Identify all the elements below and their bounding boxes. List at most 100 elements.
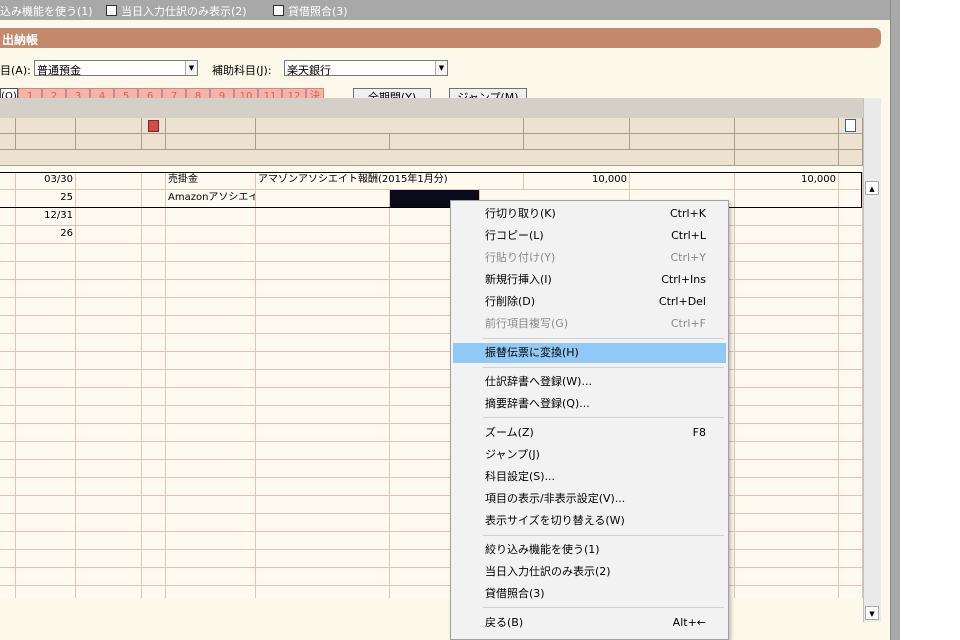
table-cell[interactable] (839, 370, 863, 388)
table-cell[interactable] (16, 262, 76, 280)
table-cell[interactable] (76, 298, 142, 316)
table-cell[interactable] (735, 514, 839, 532)
table-cell[interactable] (839, 442, 863, 460)
table-cell[interactable] (166, 406, 256, 424)
table-cell[interactable] (76, 532, 142, 550)
menu-item[interactable]: 行コピー(L) Ctrl+L (453, 226, 726, 246)
table-cell[interactable] (166, 208, 256, 226)
table-cell[interactable] (166, 460, 256, 478)
table-cell[interactable] (142, 496, 166, 514)
menu-item[interactable]: 貸借照合(3) (453, 584, 726, 604)
table-cell[interactable] (839, 172, 863, 190)
table-cell[interactable] (839, 316, 863, 334)
table-cell[interactable] (16, 280, 76, 298)
table-cell[interactable] (76, 280, 142, 298)
table-cell[interactable] (256, 532, 390, 550)
scroll-down-icon[interactable]: ▼ (865, 606, 879, 620)
table-cell[interactable] (0, 550, 16, 568)
table-cell[interactable] (839, 514, 863, 532)
table-cell[interactable] (256, 280, 390, 298)
table-cell[interactable] (16, 424, 76, 442)
table-cell[interactable] (142, 334, 166, 352)
table-cell[interactable] (76, 424, 142, 442)
table-cell[interactable] (735, 352, 839, 370)
table-cell[interactable] (166, 388, 256, 406)
table-cell[interactable] (166, 442, 256, 460)
table-cell[interactable] (0, 370, 16, 388)
table-cell[interactable] (142, 424, 166, 442)
table-cell[interactable] (735, 496, 839, 514)
table-cell[interactable] (839, 334, 863, 352)
table-cell[interactable] (142, 172, 166, 190)
menu-item[interactable]: 振替伝票に変換(H) (453, 343, 726, 363)
table-cell[interactable] (256, 550, 390, 568)
table-cell[interactable] (0, 568, 16, 586)
table-cell[interactable] (630, 172, 735, 190)
table-cell[interactable] (142, 514, 166, 532)
table-cell[interactable] (839, 262, 863, 280)
table-cell[interactable] (256, 424, 390, 442)
table-cell[interactable] (0, 532, 16, 550)
table-cell[interactable] (839, 226, 863, 244)
table-cell[interactable] (142, 568, 166, 586)
table-cell[interactable] (256, 190, 390, 208)
table-cell[interactable] (76, 370, 142, 388)
menu-item[interactable]: 行削除(D) Ctrl+Del (453, 292, 726, 312)
table-cell[interactable]: 売掛金 (166, 172, 256, 190)
table-cell[interactable] (76, 514, 142, 532)
table-cell[interactable] (735, 406, 839, 424)
table-cell[interactable] (256, 262, 390, 280)
table-cell[interactable] (735, 334, 839, 352)
menu-item[interactable]: 絞り込み機能を使う(1) (453, 540, 726, 560)
table-cell[interactable] (256, 370, 390, 388)
today-only-checkbox[interactable] (106, 5, 117, 16)
table-cell[interactable]: 10,000 (735, 172, 839, 190)
table-cell[interactable] (256, 496, 390, 514)
table-cell[interactable] (166, 262, 256, 280)
table-cell[interactable] (16, 478, 76, 496)
table-cell[interactable] (256, 478, 390, 496)
table-cell[interactable] (0, 406, 16, 424)
table-cell[interactable] (0, 586, 16, 598)
table-cell[interactable]: 03/30 (16, 172, 76, 190)
table-cell[interactable] (76, 262, 142, 280)
menu-item[interactable]: 当日入力仕訳のみ表示(2) (453, 562, 726, 582)
table-cell[interactable] (16, 334, 76, 352)
balance-check-checkbox[interactable] (273, 5, 284, 16)
table-cell[interactable] (166, 424, 256, 442)
table-cell[interactable] (256, 244, 390, 262)
table-cell[interactable] (256, 568, 390, 586)
table-cell[interactable] (0, 280, 16, 298)
table-cell[interactable] (142, 316, 166, 334)
table-cell[interactable] (256, 406, 390, 424)
table-cell[interactable] (735, 262, 839, 280)
table-cell[interactable] (166, 568, 256, 586)
table-cell[interactable] (735, 244, 839, 262)
table-cell[interactable] (16, 442, 76, 460)
table-cell[interactable] (166, 532, 256, 550)
menu-item[interactable]: 科目設定(S)... (453, 467, 726, 487)
table-cell[interactable] (166, 478, 256, 496)
table-cell[interactable] (256, 316, 390, 334)
filter-option[interactable]: 込み機能を使う(1) (0, 3, 93, 19)
table-cell[interactable] (166, 280, 256, 298)
table-cell[interactable] (166, 226, 256, 244)
table-cell[interactable] (16, 352, 76, 370)
table-cell[interactable] (76, 478, 142, 496)
table-cell[interactable] (839, 568, 863, 586)
table-cell[interactable] (839, 424, 863, 442)
table-cell[interactable] (0, 388, 16, 406)
menu-item[interactable]: 表示サイズを切り替える(W) (453, 511, 726, 531)
table-cell[interactable] (256, 334, 390, 352)
table-cell[interactable] (0, 316, 16, 334)
table-cell[interactable] (76, 388, 142, 406)
table-cell[interactable] (142, 208, 166, 226)
table-cell[interactable] (256, 514, 390, 532)
table-cell[interactable] (839, 190, 863, 208)
table-cell[interactable] (839, 208, 863, 226)
table-cell[interactable] (166, 316, 256, 334)
table-cell[interactable] (839, 550, 863, 568)
table-cell[interactable] (142, 586, 166, 598)
table-cell[interactable] (256, 208, 390, 226)
table-cell[interactable] (839, 298, 863, 316)
